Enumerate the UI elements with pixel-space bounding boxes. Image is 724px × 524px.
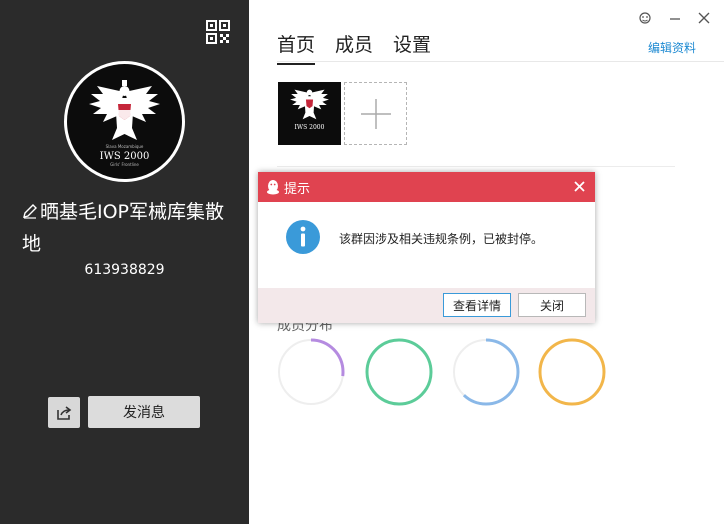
dialog-footer: 查看详情 关闭 [258,288,595,323]
tab-home[interactable]: 首页 [277,30,316,65]
avatar-title: IWS 2000 [100,151,150,162]
dialog-message: 该群因涉及相关违规条例，已被封停。 [339,232,544,246]
member-ring-3 [452,338,520,406]
dialog-body: 该群因涉及相关违规条例，已被封停。 [258,202,595,288]
edit-profile-link[interactable]: 编辑资料 [648,39,696,56]
notice-dialog: 提示 该群因涉及相关违规条例，已被封停。 查看详情 关闭 [258,172,595,323]
member-ring-1 [277,338,345,406]
section-divider [277,166,675,167]
send-message-button[interactable]: 发消息 [88,396,200,428]
tab-bar: 首页 成员 设置 [277,30,431,65]
group-profile-panel: Slava Mozambique IWS 2000 Girls' Frontli… [0,0,249,524]
info-icon [286,220,320,254]
group-name-block: 晒基毛IOP军械库集散地 [22,196,242,260]
thumbnail-title: IWS 2000 [295,124,325,131]
qq-penguin-icon [267,180,279,195]
avatar-subtitle: Girls' Frontline [110,162,139,167]
qr-code-icon[interactable] [206,20,230,44]
close-button[interactable]: 关闭 [518,293,586,317]
close-icon[interactable] [696,10,712,26]
tab-divider [277,61,724,62]
group-photo-thumbnail[interactable]: IWS 2000 [278,82,341,145]
view-details-button[interactable]: 查看详情 [443,293,511,317]
avatar-motto: Slava Mozambique [106,144,144,149]
add-photo-button[interactable] [344,82,407,145]
skin-icon[interactable] [637,10,653,26]
tab-settings[interactable]: 设置 [393,30,431,65]
member-ring-4 [538,338,606,406]
share-icon [57,405,72,420]
member-ring-2 [365,338,433,406]
plus-icon [360,98,391,129]
dialog-header: 提示 [258,172,595,202]
group-id: 613938829 [84,262,165,278]
share-button[interactable] [48,397,80,428]
pencil-icon[interactable] [22,197,38,219]
dialog-title: 提示 [284,181,311,197]
group-avatar[interactable]: Slava Mozambique IWS 2000 Girls' Frontli… [64,61,185,182]
dialog-close-icon[interactable] [571,178,587,194]
group-name: 晒基毛IOP军械库集散地 [22,201,225,255]
tab-members[interactable]: 成员 [335,30,373,65]
minimize-icon[interactable] [667,10,683,26]
